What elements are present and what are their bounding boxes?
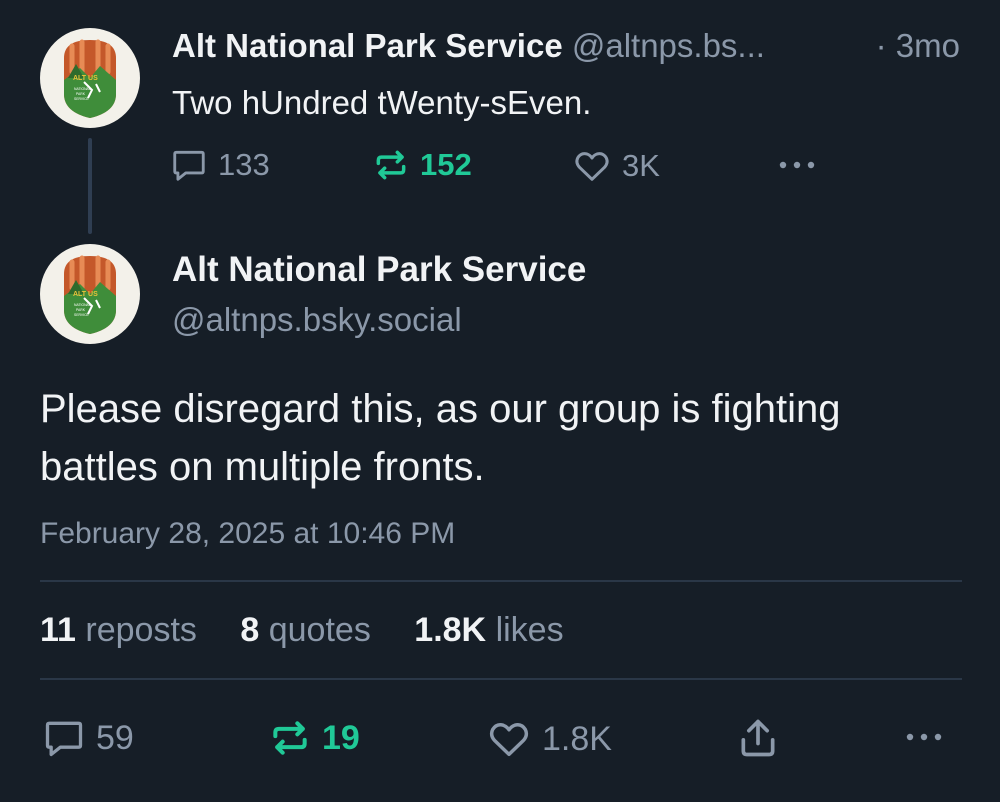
post-thread-view: ALT US NATIONAL PARK SERVICE Alt Nationa… — [0, 0, 1000, 802]
time-ago: 3mo — [895, 27, 960, 64]
reply-button[interactable]: 59 — [42, 716, 134, 760]
author-name[interactable]: Alt National Park Service — [172, 250, 586, 290]
likes-stat-count: 1.8K — [414, 611, 487, 649]
repost-arrows-icon — [273, 721, 307, 755]
reply-button[interactable]: 133 — [170, 146, 270, 184]
reply-count: 133 — [218, 147, 270, 182]
logo-text: ALT US — [73, 291, 98, 298]
engagement-stats: 11 reposts 8 quotes 1.8K likes — [40, 610, 598, 650]
reposts-stat[interactable]: 11 reposts — [40, 611, 197, 649]
svg-text:PARK: PARK — [76, 308, 86, 312]
post-time[interactable]: · 3mo — [876, 26, 960, 66]
alt-nps-logo-icon: ALT US NATIONAL PARK SERVICE — [42, 246, 138, 342]
share-upload-icon — [741, 719, 775, 757]
post-timestamp: February 28, 2025 at 10:46 PM — [40, 517, 456, 550]
repost-button[interactable]: 152 — [372, 146, 472, 184]
like-button[interactable]: 1.8K — [486, 716, 612, 762]
reply-count: 59 — [96, 718, 134, 757]
author-handle[interactable]: @altnps.bs... — [572, 27, 765, 64]
like-button[interactable]: 3K — [572, 146, 660, 186]
parent-post-header: Alt National Park Service @altnps.bs... … — [172, 26, 962, 66]
speech-bubble-icon — [45, 721, 83, 757]
divider — [40, 580, 962, 582]
svg-text:SERVICE: SERVICE — [74, 313, 90, 317]
reposts-stat-count: 11 — [40, 611, 76, 649]
svg-text:NATIONAL: NATIONAL — [74, 87, 91, 91]
avatar[interactable]: ALT US NATIONAL PARK SERVICE — [40, 244, 140, 344]
speech-bubble-icon — [173, 150, 205, 181]
author-name[interactable]: Alt National Park Service — [172, 27, 563, 64]
heart-icon — [575, 152, 609, 181]
divider — [40, 678, 962, 680]
parent-post-text: Two hUndred tWenty-sEven. — [172, 84, 592, 121]
heart-icon — [489, 723, 529, 757]
svg-text:SERVICE: SERVICE — [74, 97, 90, 101]
logo-text: ALT US — [73, 75, 98, 82]
quotes-stat-count: 8 — [240, 611, 260, 649]
more-options-button[interactable] — [902, 722, 946, 752]
repost-button[interactable]: 19 — [268, 716, 360, 760]
alt-nps-logo-icon: ALT US NATIONAL PARK SERVICE — [42, 30, 138, 126]
more-options-button[interactable] — [775, 150, 819, 180]
like-count: 3K — [622, 148, 660, 183]
quotes-stat-label: quotes — [268, 611, 371, 649]
time-separator: · — [875, 27, 887, 64]
quotes-stat[interactable]: 8 quotes — [240, 611, 370, 649]
likes-stat-label: likes — [495, 611, 564, 649]
main-post-text: Please disregard this, as our group is f… — [40, 387, 841, 489]
ellipsis-icon — [779, 161, 815, 169]
repost-count: 152 — [420, 147, 472, 182]
author-handle[interactable]: @altnps.bsky.social — [172, 300, 462, 340]
likes-stat[interactable]: 1.8K likes — [414, 611, 563, 649]
svg-text:NATIONAL: NATIONAL — [74, 303, 91, 307]
ellipsis-icon — [906, 733, 942, 741]
like-count: 1.8K — [542, 719, 612, 758]
share-button[interactable] — [736, 716, 780, 760]
thread-connector-line — [88, 138, 92, 234]
svg-text:PARK: PARK — [76, 92, 86, 96]
repost-count: 19 — [322, 718, 360, 757]
avatar[interactable]: ALT US NATIONAL PARK SERVICE — [40, 28, 140, 128]
reposts-stat-label: reposts — [85, 611, 197, 649]
repost-arrows-icon — [376, 150, 406, 180]
